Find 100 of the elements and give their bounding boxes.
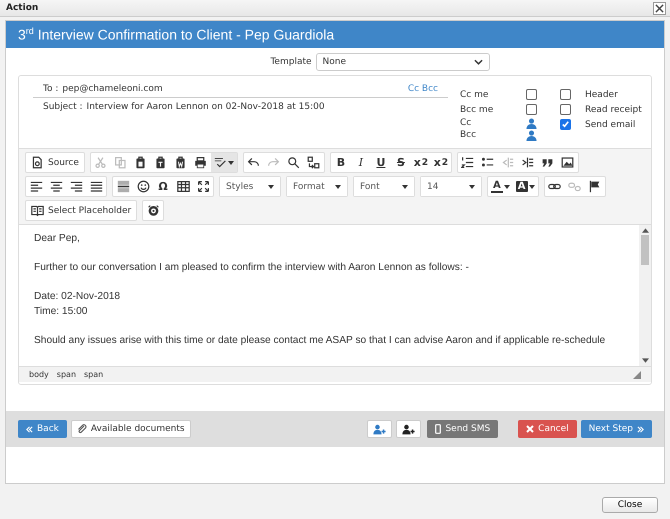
toolbar-dropdown[interactable]: Format bbox=[287, 177, 347, 196]
add-contact-button[interactable] bbox=[396, 420, 421, 438]
dialog-title: 3$^{rd}$ Interview Confirmation to Client - Pep Guardiola bbox=[18, 26, 334, 43]
window-title: Action bbox=[6, 3, 38, 13]
search-icon bbox=[287, 156, 300, 169]
person-icon[interactable] bbox=[526, 130, 537, 140]
double-chevron-right-icon bbox=[637, 426, 644, 432]
checkbox[interactable] bbox=[560, 119, 571, 130]
scissors-icon bbox=[94, 156, 108, 169]
maximize-icon bbox=[196, 180, 210, 193]
subject-text: Interview for Aaron Lennon on 02-Nov-2018 at 15:00 bbox=[86, 102, 325, 112]
option-label: Cc me bbox=[460, 90, 490, 100]
scroll-up-icon[interactable] bbox=[642, 228, 648, 233]
smiley-icon bbox=[136, 180, 150, 193]
clipboard-icon bbox=[174, 156, 188, 169]
toolbar-button[interactable]: A bbox=[488, 177, 513, 196]
add-person-icon bbox=[402, 424, 415, 434]
book-icon bbox=[31, 204, 44, 217]
indent-icon bbox=[521, 156, 534, 169]
cc-bcc-link[interactable]: Cc Bcc bbox=[408, 84, 438, 94]
checkbox[interactable] bbox=[526, 104, 537, 115]
toolbar-button[interactable]: Select Placeholder bbox=[26, 201, 136, 220]
printer-icon bbox=[194, 156, 208, 169]
option-label: Header bbox=[585, 90, 618, 100]
chevron-down-icon bbox=[474, 59, 483, 65]
option-label: Read receipt bbox=[585, 104, 642, 114]
caret-icon bbox=[469, 184, 475, 188]
toolbar-button[interactable]: U bbox=[370, 153, 391, 172]
placeholder-icon bbox=[146, 204, 160, 217]
checkbox[interactable] bbox=[560, 104, 571, 115]
body-text: Time: 15:00 bbox=[34, 306, 88, 317]
toolbar-button[interactable]: Source bbox=[26, 153, 84, 172]
back-button[interactable]: Back bbox=[18, 420, 67, 438]
next-step-button[interactable]: Next Step bbox=[580, 420, 652, 438]
image-icon bbox=[561, 156, 574, 169]
toolbar-button[interactable]: B bbox=[330, 153, 351, 172]
toolbar-button[interactable]: A bbox=[512, 177, 538, 196]
template-select[interactable]: None bbox=[316, 53, 490, 71]
align-left-icon bbox=[30, 180, 42, 193]
phone-icon bbox=[435, 424, 442, 434]
bullet-list-icon bbox=[481, 156, 494, 169]
person-icon[interactable] bbox=[526, 118, 537, 128]
close-icon bbox=[526, 425, 534, 433]
path-item[interactable]: span bbox=[56, 370, 76, 379]
to-address: pep@chameleoni.com bbox=[62, 84, 163, 94]
body-text: Further to our conversation I am pleased to confirm the interview with Aaron Lennon as follows: - bbox=[34, 262, 469, 273]
justify-icon bbox=[90, 180, 102, 193]
caret-icon bbox=[268, 184, 274, 188]
caret-icon bbox=[335, 184, 341, 188]
scrollbar[interactable] bbox=[639, 225, 651, 366]
clipboard-icon bbox=[154, 156, 168, 169]
numbered-list-icon bbox=[461, 156, 474, 169]
clipboard-icon bbox=[134, 156, 148, 169]
subject-label: Subject : bbox=[43, 102, 83, 112]
scroll-down-icon[interactable] bbox=[642, 358, 648, 363]
option-label: Bcc me bbox=[460, 104, 494, 114]
body-text: Should any issues arise with this time or date please contact me ASAP so that I can advise Aaron and if applicable re-schedule bbox=[34, 335, 606, 346]
close-button[interactable] bbox=[653, 2, 666, 14]
caret-icon bbox=[228, 160, 234, 164]
redo-icon bbox=[267, 156, 280, 169]
copy-icon bbox=[114, 156, 128, 169]
toolbar-dropdown[interactable]: Styles bbox=[220, 177, 280, 196]
double-chevron-left-icon bbox=[26, 426, 33, 432]
paperclip-icon bbox=[76, 424, 87, 434]
close-icon bbox=[655, 4, 664, 12]
resize-handle[interactable] bbox=[633, 370, 641, 378]
path-item[interactable]: body bbox=[29, 370, 49, 379]
caret-icon bbox=[504, 184, 510, 188]
cancel-button[interactable]: Cancel bbox=[518, 420, 577, 438]
option-label: Bcc bbox=[460, 130, 478, 140]
documents-button[interactable]: Available documents bbox=[70, 420, 191, 438]
toolbar-button[interactable] bbox=[210, 153, 237, 172]
path-item[interactable]: span bbox=[84, 370, 104, 379]
caret-icon bbox=[402, 184, 408, 188]
unlink-icon bbox=[568, 180, 581, 193]
toolbar-dropdown[interactable]: 14 bbox=[421, 177, 481, 196]
align-right-icon bbox=[70, 180, 82, 193]
toolbar-button[interactable]: I bbox=[350, 153, 371, 172]
outdent-icon bbox=[501, 156, 514, 169]
flag-icon bbox=[588, 180, 601, 193]
toolbar-button[interactable]: Ω bbox=[153, 177, 173, 196]
horizontal-line-icon bbox=[116, 180, 130, 193]
replace-icon bbox=[307, 156, 320, 169]
table-icon bbox=[176, 180, 190, 193]
option-label: Cc bbox=[460, 118, 472, 128]
close-button[interactable]: Close bbox=[602, 497, 658, 513]
option-label: Send email bbox=[585, 120, 636, 130]
toolbar-dropdown[interactable]: Font bbox=[354, 177, 414, 196]
document-icon bbox=[31, 156, 44, 169]
add-person-icon bbox=[372, 424, 386, 434]
checkbox[interactable] bbox=[526, 89, 537, 100]
checkbox[interactable] bbox=[560, 89, 571, 100]
body-text: Date: 02-Nov-2018 bbox=[34, 291, 120, 302]
undo-icon bbox=[247, 156, 260, 169]
scroll-thumb[interactable] bbox=[641, 235, 649, 265]
caret-icon bbox=[528, 184, 534, 188]
send-sms-button[interactable]: Send SMS bbox=[427, 420, 498, 438]
spellcheck-icon bbox=[214, 156, 227, 169]
template-label: Template bbox=[270, 57, 312, 67]
toolbar-button[interactable]: S bbox=[390, 153, 411, 172]
